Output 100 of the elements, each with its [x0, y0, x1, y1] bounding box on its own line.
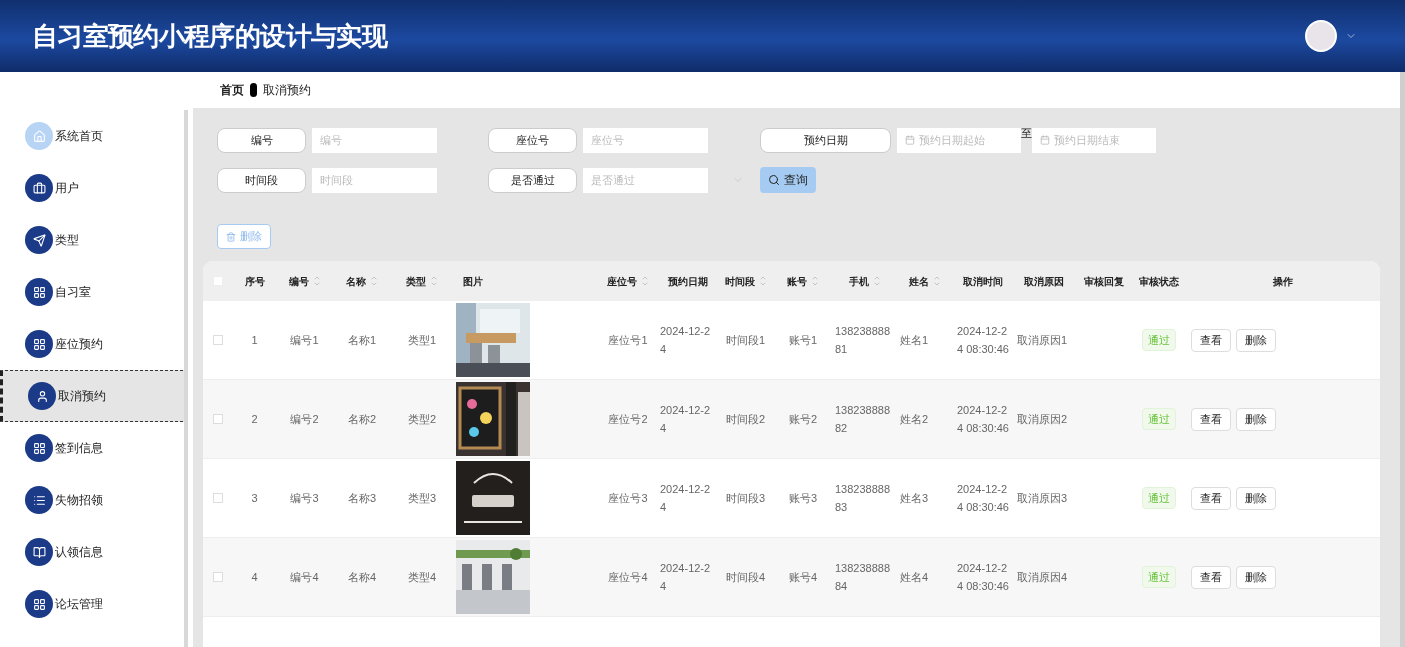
row-checkbox[interactable]	[213, 572, 223, 582]
table-cell-text: 编号1	[289, 333, 320, 348]
table-cell-text: 账号3	[787, 491, 819, 506]
range-separator: 至	[1021, 127, 1032, 139]
table-cell-text: 时间段1	[724, 333, 767, 348]
column-header[interactable]: 手机	[848, 273, 881, 289]
table-cell-text: 2024-12-24 08:30:46	[956, 403, 1010, 436]
view-button[interactable]: 查看	[1191, 407, 1231, 431]
table-cell-text: 账号2	[787, 412, 819, 427]
home-icon	[25, 122, 53, 150]
view-button[interactable]: 查看	[1191, 486, 1231, 510]
sort-icon[interactable]	[430, 274, 438, 288]
filter-label: 预约日期	[760, 127, 891, 153]
sidebar-item[interactable]: 自习室	[0, 266, 188, 318]
sort-icon[interactable]	[932, 274, 941, 288]
scrollbar[interactable]	[184, 110, 188, 647]
sort-icon[interactable]	[312, 274, 321, 288]
table-cell-text: 座位号2	[607, 412, 649, 427]
table-cell-text: 名称2	[346, 412, 378, 427]
status-badge: 通过	[1142, 328, 1176, 352]
column-header: 审核状态	[1139, 274, 1179, 289]
breadcrumb-link[interactable]: 首页	[220, 81, 244, 99]
table-cell-text: 姓名1	[899, 333, 930, 348]
table-cell-text: 座位号3	[607, 491, 649, 506]
scrollbar[interactable]	[1400, 72, 1405, 647]
filter-label: 是否通过	[488, 167, 577, 193]
table-cell-text: 3	[250, 491, 259, 506]
filter-label: 座位号	[488, 127, 577, 153]
select-field[interactable]: 是否通过	[583, 167, 708, 193]
view-button[interactable]: 查看	[1191, 328, 1231, 352]
table-cell-text: 名称1	[346, 333, 378, 348]
search-button[interactable]: 查询	[760, 167, 816, 193]
table-cell-text: 时间段3	[724, 491, 767, 506]
sidebar-item[interactable]: 认领信息	[0, 526, 188, 578]
column-header[interactable]: 类型	[406, 273, 438, 289]
table-cell-text: 13823888883	[834, 482, 892, 515]
calendar-icon	[905, 135, 915, 145]
delete-row-button[interactable]: 删除	[1236, 565, 1276, 589]
column-header[interactable]: 座位号	[607, 273, 649, 289]
table-cell-text: 取消原因3	[1016, 491, 1069, 506]
table-cell-text: 2024-12-24 08:30:46	[956, 482, 1010, 515]
row-checkbox[interactable]	[213, 414, 223, 424]
separator-icon	[250, 83, 257, 97]
table-cell-text: 13823888881	[834, 324, 892, 357]
table-cell-text: 时间段2	[724, 412, 767, 427]
table-cell-text: 类型3	[406, 491, 438, 506]
sidebar-item[interactable]: 类型	[0, 214, 188, 266]
column-header[interactable]: 编号	[288, 273, 321, 289]
table-cell-text: 名称3	[346, 491, 378, 506]
table-cell-text: 2024-12-24	[659, 403, 712, 436]
table-cell-text: 取消原因2	[1016, 412, 1069, 427]
sidebar-item[interactable]: 用户	[0, 162, 188, 214]
avatar[interactable]	[1305, 20, 1337, 52]
sort-icon[interactable]	[758, 274, 767, 288]
column-header: 审核回复	[1084, 274, 1124, 289]
table-cell-text: 编号4	[289, 570, 320, 585]
table-cell-text: 2024-12-24 08:30:46	[956, 324, 1010, 357]
sort-icon[interactable]	[641, 274, 649, 288]
sidebar-item[interactable]: 座位预约	[0, 318, 188, 370]
sort-icon[interactable]	[872, 274, 881, 288]
table-cell-text: 1	[250, 333, 259, 348]
view-button[interactable]: 查看	[1191, 565, 1231, 589]
table-cell-text: 姓名2	[899, 412, 930, 427]
paper-plane-icon	[25, 226, 53, 254]
filter-label: 时间段	[217, 167, 306, 193]
table-cell-text: 编号2	[289, 412, 320, 427]
breadcrumb-current: 取消预约	[263, 82, 311, 99]
sort-icon[interactable]	[811, 274, 819, 288]
column-header[interactable]: 时间段	[724, 273, 767, 289]
sidebar-item[interactable]: 签到信息	[0, 422, 188, 474]
column-header[interactable]: 名称	[346, 273, 378, 289]
table-cell-text: 类型4	[406, 570, 438, 585]
delete-row-button[interactable]: 删除	[1236, 486, 1276, 510]
sidebar-item[interactable]: 论坛管理	[0, 578, 188, 630]
delete-row-button[interactable]: 删除	[1236, 328, 1276, 352]
text-field[interactable]: 时间段	[312, 167, 437, 193]
status-badge: 通过	[1142, 407, 1176, 431]
trash-icon	[226, 231, 236, 242]
app-title: 自习室预约小程序的设计与实现	[32, 19, 387, 53]
table-cell-text: 2024-12-24	[659, 324, 712, 357]
row-checkbox[interactable]	[213, 335, 223, 345]
grid-icon	[25, 434, 53, 462]
briefcase-icon	[25, 174, 53, 202]
column-header[interactable]: 姓名	[908, 273, 941, 289]
table-cell-text: 13823888884	[834, 561, 892, 594]
filter-label: 编号	[217, 127, 306, 153]
sort-icon[interactable]	[370, 274, 378, 288]
delete-row-button[interactable]: 删除	[1236, 407, 1276, 431]
table-cell-text: 取消原因1	[1016, 333, 1069, 348]
table-cell-text: 账号4	[787, 570, 819, 585]
table-cell-text: 类型2	[406, 412, 438, 427]
sidebar-item[interactable]: 系统首页	[0, 110, 188, 162]
column-header: 图片	[463, 274, 483, 289]
column-header: 操作	[1272, 274, 1293, 289]
status-badge: 通过	[1142, 486, 1176, 510]
table-cell-text: 2024-12-24 08:30:46	[956, 561, 1010, 594]
row-checkbox[interactable]	[213, 493, 223, 503]
sidebar-item[interactable]: 失物招领	[0, 474, 188, 526]
column-header: 预约日期	[668, 274, 708, 289]
column-header[interactable]: 账号	[787, 273, 819, 289]
